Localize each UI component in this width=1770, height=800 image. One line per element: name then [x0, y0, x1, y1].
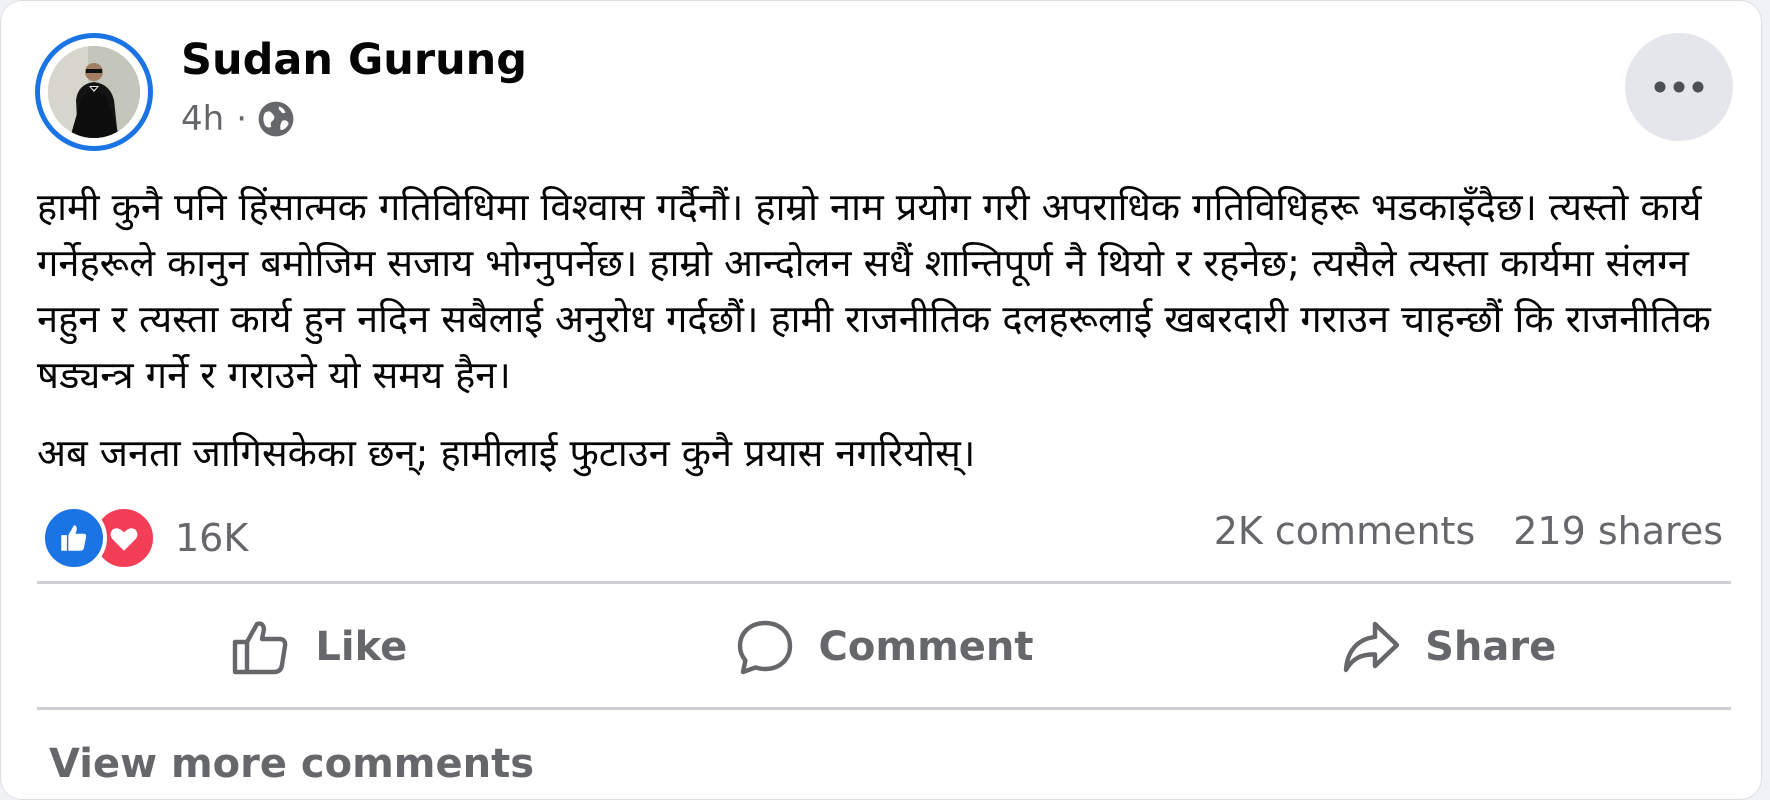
post-body: हामी कुनै पनि हिंसात्मक गतिविधिमा विश्वा…	[37, 179, 1737, 503]
share-arrow-icon	[1343, 621, 1400, 673]
share-label: Share	[1425, 624, 1557, 670]
shares-count-link[interactable]: 219 shares	[1513, 509, 1723, 553]
post-paragraph: अब जनता जागिसकेका छन्; हामीलाई फुटाउन कु…	[37, 431, 976, 475]
author-name[interactable]: Sudan Gurung	[181, 35, 527, 85]
action-bar: Like Comment Share	[37, 591, 1731, 703]
comment-bubble-icon	[737, 620, 792, 675]
avatar[interactable]	[35, 33, 153, 151]
post-meta: 4h ·	[181, 99, 295, 139]
globe-icon[interactable]	[257, 100, 295, 138]
post-time[interactable]: 4h	[181, 99, 224, 139]
divider	[37, 581, 1731, 584]
share-button[interactable]: Share	[1166, 591, 1731, 703]
more-options-button[interactable]	[1625, 33, 1733, 141]
engagement-stats: 2K comments 219 shares	[1214, 509, 1723, 553]
post-paragraph: हामी कुनै पनि हिंसात्मक गतिविधिमा विश्वा…	[37, 185, 1711, 397]
thumbs-up-icon	[233, 621, 288, 675]
like-button[interactable]: Like	[37, 591, 602, 703]
view-more-comments-link[interactable]: View more comments	[49, 741, 534, 787]
comment-label: Comment	[818, 624, 1034, 670]
comment-button[interactable]: Comment	[602, 591, 1167, 703]
reactions-summary[interactable]: 16K	[41, 505, 248, 571]
meta-separator: ·	[236, 99, 247, 139]
divider	[37, 707, 1731, 710]
like-label: Like	[315, 624, 408, 670]
post-card: Sudan Gurung 4h · हामी कुनै पनि हिंसात्म…	[0, 0, 1762, 800]
comments-count-link[interactable]: 2K comments	[1214, 509, 1476, 553]
avatar-photo	[48, 46, 140, 138]
like-reaction-icon	[41, 505, 107, 571]
reaction-count: 16K	[175, 516, 249, 560]
more-options-icon	[1654, 81, 1704, 93]
